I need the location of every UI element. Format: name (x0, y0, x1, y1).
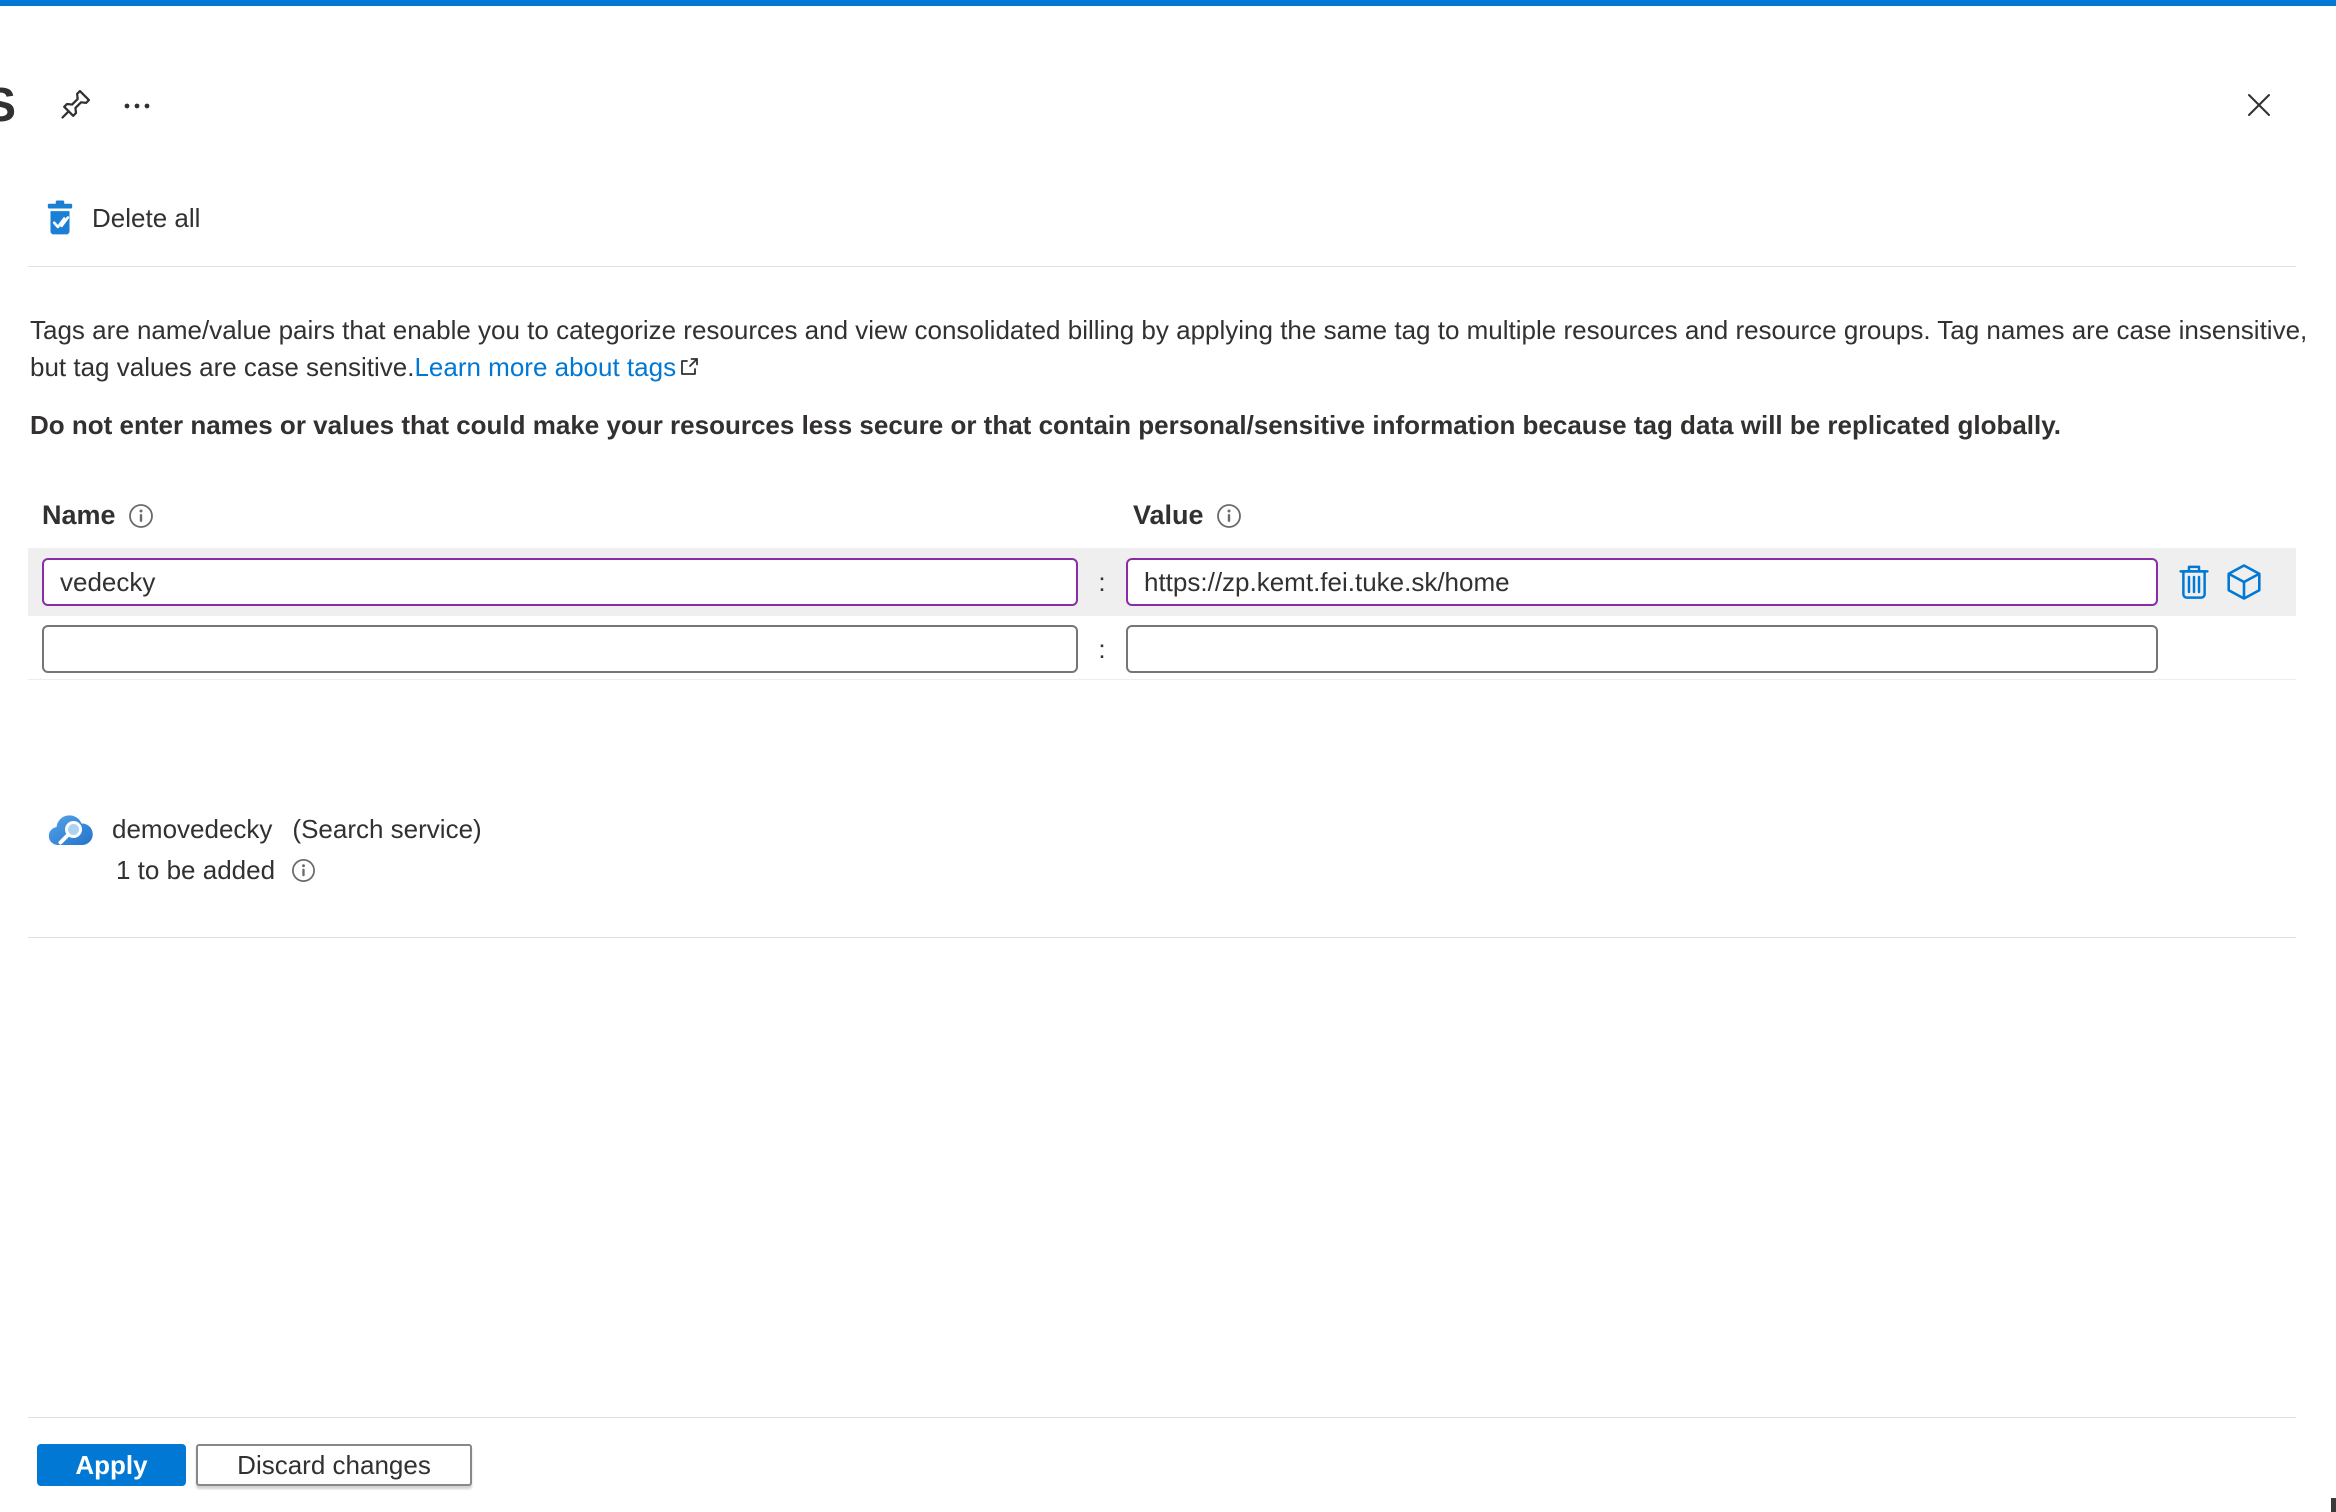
tags-description: Tags are name/value pairs that enable yo… (30, 312, 2314, 386)
resource-type: (Search service) (292, 814, 482, 844)
tag-name-input[interactable] (42, 625, 1078, 673)
discard-changes-button[interactable]: Discard changes (196, 1444, 472, 1486)
pin-icon (58, 86, 94, 122)
window-corner-artifact (2331, 1498, 2336, 1512)
cube-icon (2224, 562, 2264, 602)
description-text: Tags are name/value pairs that enable yo… (30, 315, 2308, 382)
apply-button[interactable]: Apply (37, 1444, 186, 1486)
external-link-icon (678, 356, 700, 378)
learn-more-link[interactable]: Learn more about tags (414, 352, 676, 382)
divider (28, 679, 2296, 680)
more-options-button[interactable] (118, 88, 158, 124)
page-title: S (0, 79, 17, 132)
security-warning-text: Do not enter names or values that could … (30, 410, 2062, 440)
info-icon[interactable] (291, 858, 316, 883)
tag-name-input[interactable] (42, 558, 1078, 606)
name-value-separator: : (1098, 566, 1106, 597)
close-icon (2242, 88, 2276, 122)
delete-all-button[interactable]: Delete all (46, 200, 200, 236)
pin-button[interactable] (58, 86, 94, 122)
name-value-separator: : (1098, 633, 1106, 664)
divider (28, 1417, 2296, 1418)
tag-value-input[interactable] (1126, 625, 2158, 673)
value-column-header: Value (1133, 500, 1242, 531)
delete-all-label: Delete all (92, 202, 201, 233)
resource-name-line: demovedecky (Search service) (112, 814, 482, 845)
divider (28, 937, 2296, 938)
resource-status: 1 to be added (116, 855, 276, 885)
trash-icon (2176, 563, 2212, 601)
resource-name: demovedecky (112, 814, 273, 844)
info-icon[interactable] (128, 503, 154, 529)
search-service-icon (46, 808, 94, 886)
info-icon[interactable] (1216, 503, 1242, 529)
name-header-label: Name (42, 500, 116, 530)
name-column-header: Name (42, 500, 154, 531)
ellipsis-icon (118, 88, 158, 124)
tags-blade: S Delete all Tags are name/value pairs t… (0, 0, 2336, 1512)
value-header-label: Value (1133, 500, 1204, 530)
resource-scope-button[interactable] (2224, 562, 2264, 602)
tag-row: : (28, 618, 2296, 680)
tag-row: : (28, 548, 2296, 616)
close-blade-button[interactable] (2242, 88, 2276, 122)
resource-status-line: 1 to be added (116, 855, 482, 886)
tag-value-input[interactable] (1126, 558, 2158, 606)
resource-item: demovedecky (Search service) 1 to be adde… (46, 808, 482, 886)
delete-tag-button[interactable] (2176, 563, 2212, 601)
divider (28, 266, 2296, 267)
top-accent-bar (0, 0, 2336, 6)
delete-all-icon (46, 200, 74, 236)
